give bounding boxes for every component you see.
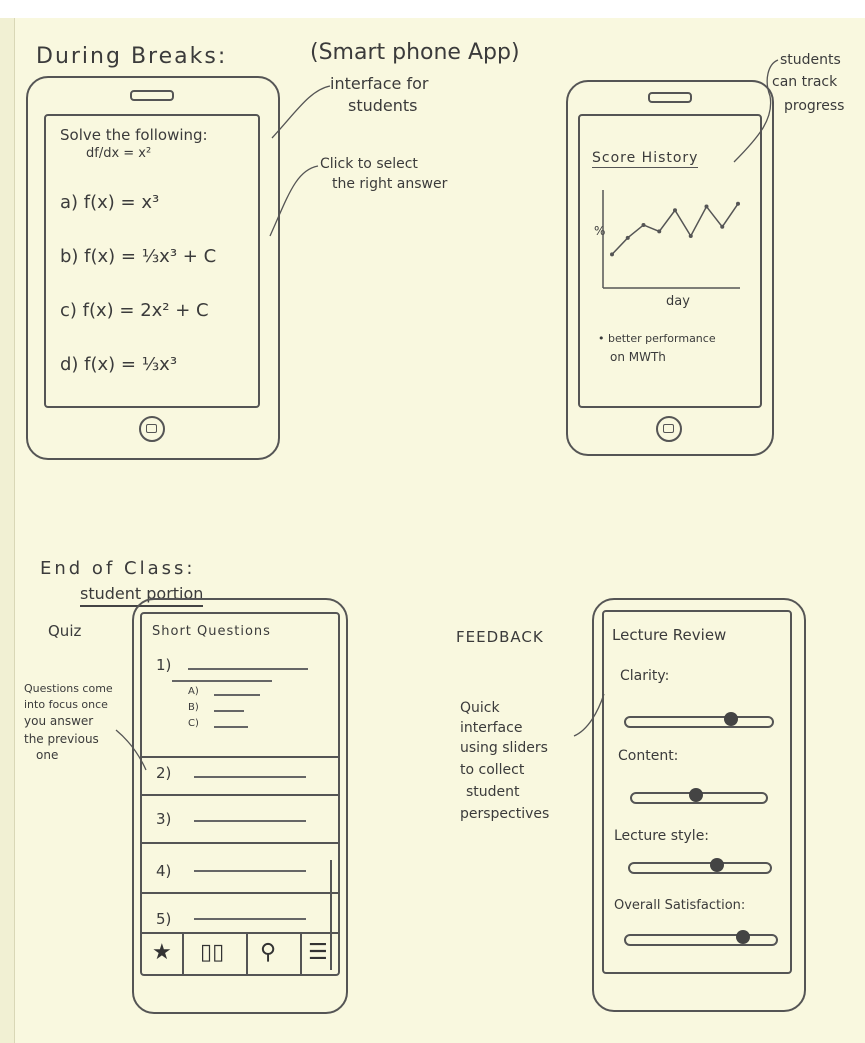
lecture-review-title: Lecture Review xyxy=(612,626,727,644)
phone-short-questions: Short Questions 1) A) B) C) 2) 3) 4) 5) … xyxy=(132,598,348,1014)
overall-satisfaction-slider-knob[interactable] xyxy=(736,930,750,944)
phone-lecture-review: Lecture Review Clarity: Content: Lecture… xyxy=(592,598,806,1012)
sliders-annotation-line1: Quick xyxy=(460,700,500,716)
clarity-slider[interactable] xyxy=(624,712,774,728)
quiz-label: Quiz xyxy=(48,622,82,640)
connector-track xyxy=(733,59,779,163)
content-slider[interactable] xyxy=(630,788,768,804)
question-divider xyxy=(142,842,338,844)
phone-screen: Lecture Review Clarity: Content: Lecture… xyxy=(602,610,792,974)
scrollbar[interactable] xyxy=(330,860,332,970)
sub-option-a[interactable]: A) xyxy=(188,686,199,697)
sub-option-b[interactable]: B) xyxy=(188,702,199,713)
overall-satisfaction-label: Overall Satisfaction: xyxy=(614,898,746,913)
question-1-text-line xyxy=(172,680,272,682)
sub-option-c-line xyxy=(214,726,248,728)
clarity-label: Clarity: xyxy=(620,668,670,684)
sliders-annotation-line5: student xyxy=(466,784,520,800)
connector-click xyxy=(269,165,319,237)
question-3-number[interactable]: 3) xyxy=(156,810,171,828)
tab-divider xyxy=(246,934,248,974)
content-slider-knob[interactable] xyxy=(689,788,703,802)
questions-annotation-line4: the previous xyxy=(24,732,99,746)
question-4-text-line xyxy=(194,870,306,872)
tab-divider xyxy=(182,934,184,974)
tab-divider xyxy=(300,934,302,974)
questions-annotation-line3: you answer xyxy=(24,714,94,728)
feedback-label: FEEDBACK xyxy=(456,628,544,646)
question-4-number[interactable]: 4) xyxy=(156,862,171,880)
sliders-annotation-line3: using sliders xyxy=(460,740,548,756)
sub-option-b-line xyxy=(214,710,244,712)
question-divider xyxy=(142,794,338,796)
phone-screen: Short Questions 1) A) B) C) 2) 3) 4) 5) … xyxy=(140,612,340,976)
question-2-text-line xyxy=(194,776,306,778)
lecture-style-label: Lecture style: xyxy=(614,828,710,844)
list-icon[interactable]: ☰ xyxy=(308,940,328,965)
book-icon[interactable]: ▯▯ xyxy=(200,940,224,965)
short-questions-title: Short Questions xyxy=(152,624,271,639)
sliders-annotation-line6: perspectives xyxy=(460,806,550,822)
question-2-number[interactable]: 2) xyxy=(156,764,171,782)
sliders-annotation-line4: to collect xyxy=(460,762,525,778)
question-divider xyxy=(142,892,338,894)
question-divider xyxy=(142,756,338,758)
sliders-annotation-line2: interface xyxy=(460,720,523,736)
connector-interface xyxy=(271,85,331,139)
lecture-style-slider[interactable] xyxy=(628,858,772,874)
questions-annotation-line2: into focus once xyxy=(24,698,108,711)
sub-option-a-line xyxy=(214,694,260,696)
content-label: Content: xyxy=(618,748,679,764)
star-icon[interactable]: ★ xyxy=(152,940,172,965)
question-1-number: 1) xyxy=(156,656,172,674)
search-icon[interactable]: ⚲ xyxy=(260,940,276,965)
questions-annotation-line1: Questions come xyxy=(24,682,113,695)
sub-option-c[interactable]: C) xyxy=(188,718,199,729)
question-5-text-line xyxy=(194,918,306,920)
overall-satisfaction-slider[interactable] xyxy=(624,930,778,946)
question-3-text-line xyxy=(194,820,306,822)
question-5-number[interactable]: 5) xyxy=(156,910,171,928)
clarity-slider-knob[interactable] xyxy=(724,712,738,726)
questions-annotation-line5: one xyxy=(36,748,59,762)
question-divider xyxy=(142,932,338,934)
lecture-style-slider-knob[interactable] xyxy=(710,858,724,872)
question-1-text-line xyxy=(188,668,308,670)
end-of-class-heading: End of Class: xyxy=(40,558,196,579)
